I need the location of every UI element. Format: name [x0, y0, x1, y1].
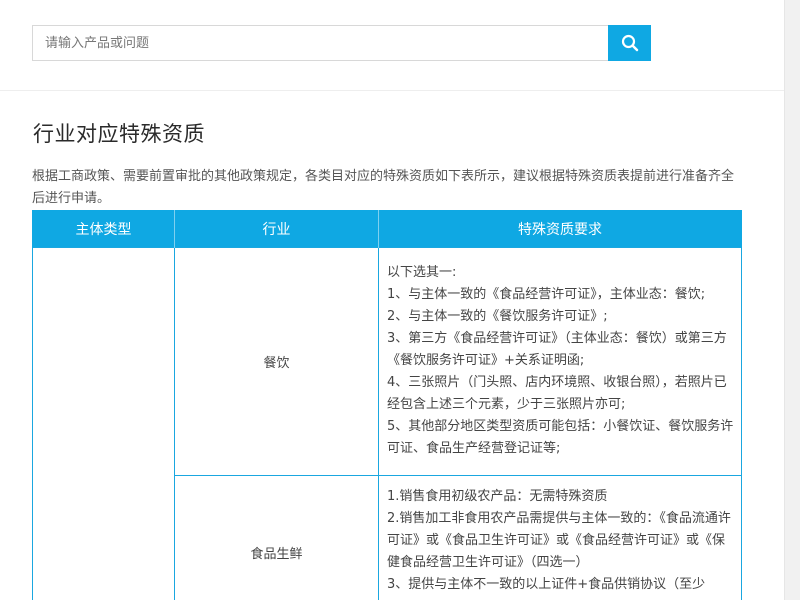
- table-header-row: 主体类型 行业 特殊资质要求: [32, 210, 742, 248]
- header-subject-type: 主体类型: [32, 210, 175, 248]
- search-icon: [621, 34, 638, 52]
- header-requirements: 特殊资质要求: [378, 210, 742, 248]
- search-bar-section: [0, 0, 784, 91]
- qualification-table-wrapper: 主体类型 行业 特殊资质要求 餐饮 以下选其一: 1、与主体一致的《食品经营许可…: [32, 210, 742, 600]
- industry-cell: 食品生鲜: [174, 475, 379, 600]
- table-row: 餐饮 以下选其一: 1、与主体一致的《食品经营许可证》，主体业态：餐饮; 2、与…: [32, 247, 742, 600]
- header-industry: 行业: [174, 210, 379, 248]
- section-title: 行业对应特殊资质: [33, 122, 205, 146]
- search-button[interactable]: [608, 25, 651, 61]
- requirement-line: 以下选其一:: [387, 264, 457, 280]
- section-description: 根据工商政策、需要前置审批的其他政策规定，各类目对应的特殊资质如下表所示，建议根…: [32, 169, 735, 206]
- requirements-cell: 以下选其一: 1、与主体一致的《食品经营许可证》，主体业态：餐饮; 2、与主体一…: [378, 247, 742, 476]
- requirement-line: 2.销售加工非食用农产品需提供与主体一致的：《食品流通许可证》或《食品卫生许可证…: [387, 511, 731, 570]
- requirements-cell: 1.销售食用初级农产品：无需特殊资质 2.销售加工非食用农产品需提供与主体一致的…: [378, 475, 742, 600]
- page-scrollbar[interactable]: [784, 0, 800, 600]
- requirement-line: 4、三张照片（门头照、店内环境照、收银台照），若照片已经包含上述三个元素，少于三…: [387, 374, 727, 412]
- requirement-line: 3、第三方《食品经营许可证》（主体业态：餐饮）或第三方《餐饮服务许可证》+关系证…: [387, 330, 727, 368]
- search-box[interactable]: [32, 25, 608, 61]
- search-input[interactable]: [33, 26, 608, 60]
- page: 行业对应特殊资质 根据工商政策、需要前置审批的其他政策规定，各类目对应的特殊资质…: [0, 0, 800, 600]
- requirement-line: 3、提供与主体不一致的以上证件+食品供销协议（至少: [387, 577, 706, 592]
- requirement-line: 5、其他部分地区类型资质可能包括：小餐饮证、餐饮服务许可证、食品生产经营登记证等…: [387, 418, 734, 456]
- requirement-line: 1、与主体一致的《食品经营许可证》，主体业态：餐饮;: [387, 286, 706, 302]
- subject-type-cell: [32, 247, 175, 600]
- qualification-table: 主体类型 行业 特殊资质要求 餐饮 以下选其一: 1、与主体一致的《食品经营许可…: [32, 210, 742, 600]
- requirement-line: 2、与主体一致的《餐饮服务许可证》;: [387, 308, 608, 324]
- industry-cell: 餐饮: [174, 247, 379, 476]
- requirement-line: 1.销售食用初级农产品：无需特殊资质: [387, 489, 608, 504]
